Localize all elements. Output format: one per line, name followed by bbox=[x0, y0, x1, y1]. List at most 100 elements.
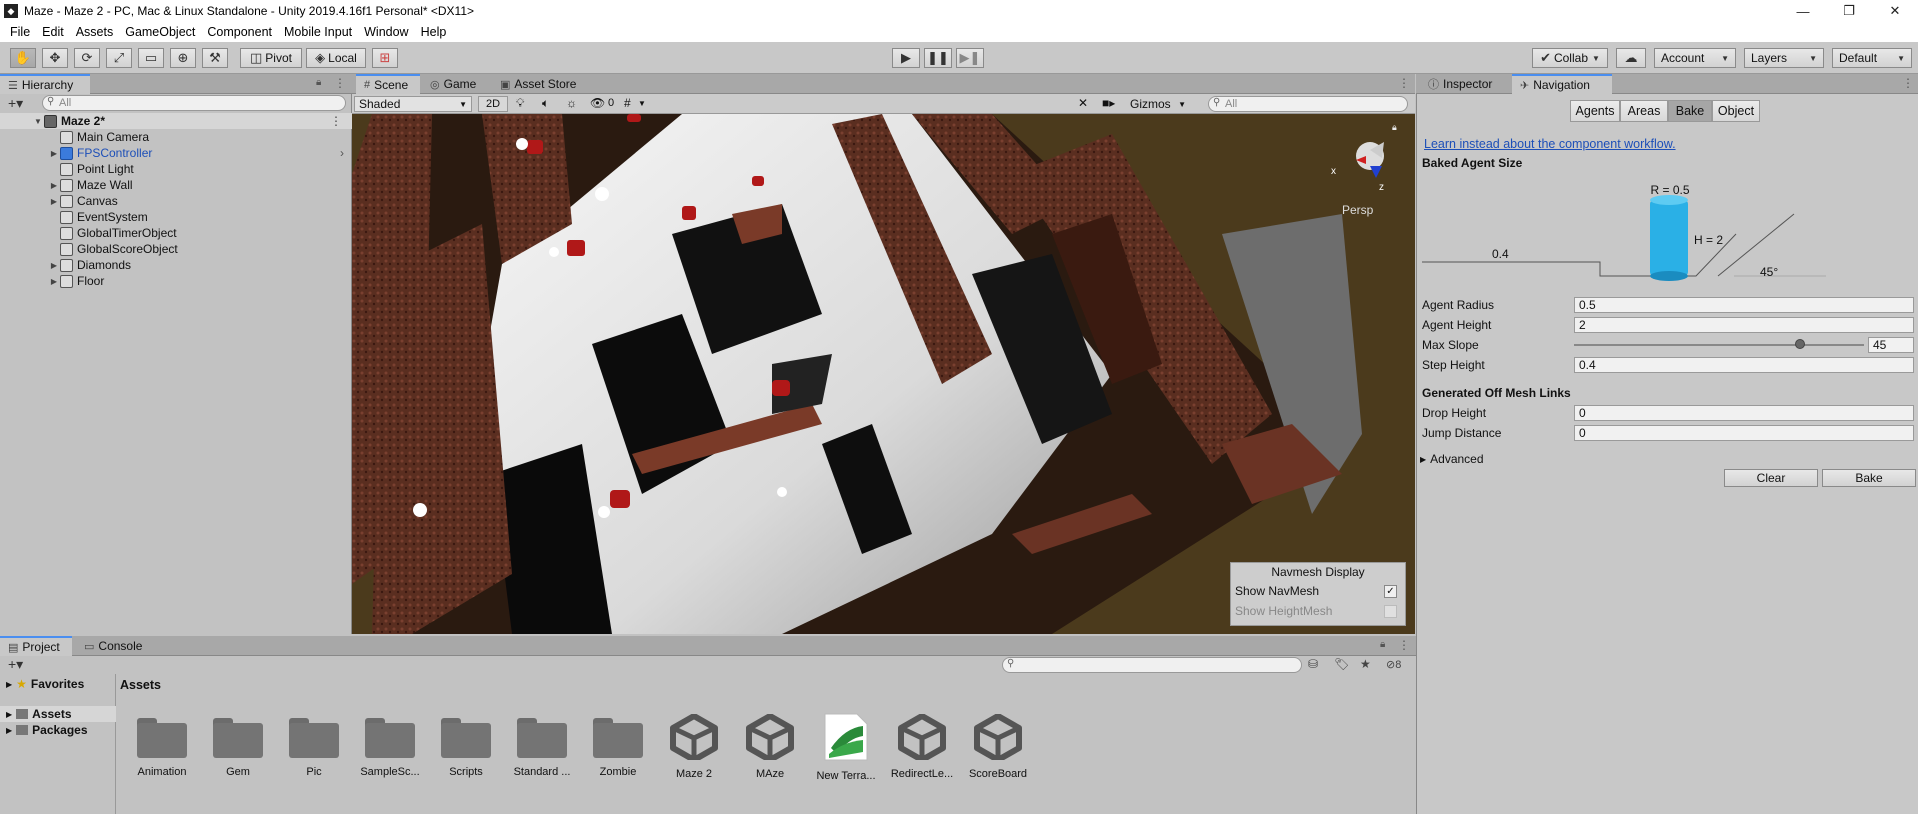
hierarchy-item-maze-wall[interactable]: ▶ Maze Wall bbox=[0, 177, 352, 193]
scene-menu-icon[interactable]: ⋮ bbox=[330, 114, 342, 128]
subtab-bake[interactable]: Bake bbox=[1668, 100, 1712, 122]
hierarchy-item-point-light[interactable]: Point Light bbox=[0, 161, 352, 177]
asset-item[interactable]: New Terra... bbox=[808, 712, 884, 792]
subtab-areas[interactable]: Areas bbox=[1620, 100, 1668, 122]
asset-item[interactable]: RedirectLe... bbox=[884, 712, 960, 792]
dropdown-arrow-icon[interactable]: ▼ bbox=[638, 99, 646, 108]
chevron-right-icon[interactable]: › bbox=[340, 146, 344, 160]
layers-dropdown[interactable]: Layers ▼ bbox=[1744, 48, 1824, 68]
tools-icon[interactable]: ✕ bbox=[1078, 96, 1088, 110]
asset-item[interactable]: Gem bbox=[200, 712, 276, 792]
close-button[interactable]: ✕ bbox=[1872, 0, 1918, 22]
tab-scene[interactable]: # Scene bbox=[356, 74, 420, 94]
project-search-input[interactable]: ⚲ bbox=[1002, 657, 1302, 673]
layout-dropdown[interactable]: Default ▼ bbox=[1832, 48, 1912, 68]
gizmos-dropdown[interactable]: Gizmos ▼ bbox=[1130, 96, 1186, 112]
play-button[interactable]: ▶ bbox=[892, 48, 920, 68]
expand-arrow-icon[interactable]: ▼ bbox=[32, 117, 44, 126]
favorites-item[interactable]: ▶ ★ Favorites bbox=[6, 677, 84, 691]
hierarchy-item-fpscontroller[interactable]: ▶ FPSController › bbox=[0, 145, 352, 161]
tab-hierarchy[interactable]: ☰ Hierarchy bbox=[0, 74, 90, 94]
menu-file[interactable]: File bbox=[4, 25, 36, 39]
menu-gameobject[interactable]: GameObject bbox=[119, 25, 201, 39]
tab-game[interactable]: ◎ Game bbox=[422, 74, 488, 94]
asset-item[interactable]: Pic bbox=[276, 712, 352, 792]
camera-icon[interactable]: ■▸ bbox=[1102, 96, 1115, 110]
filter-by-label-icon[interactable]: 🏷︎ bbox=[1334, 657, 1349, 671]
subtab-agents[interactable]: Agents bbox=[1570, 100, 1620, 122]
pause-button[interactable]: ❚❚ bbox=[924, 48, 952, 68]
panel-menu-icon[interactable]: ⋮ bbox=[334, 76, 346, 90]
tab-navigation[interactable]: ✈ Navigation bbox=[1512, 74, 1612, 94]
step-button[interactable]: ▶❚ bbox=[956, 48, 984, 68]
move-tool-button[interactable]: ✥ bbox=[42, 48, 68, 68]
advanced-foldout[interactable]: ▶ Advanced bbox=[1420, 452, 1484, 466]
hierarchy-item-globalscoreobject[interactable]: GlobalScoreObject bbox=[0, 241, 352, 257]
lighting-icon[interactable]: 💡︎ bbox=[516, 96, 524, 111]
asset-item[interactable]: MAze bbox=[732, 712, 808, 792]
rotate-tool-button[interactable]: ⟳ bbox=[74, 48, 100, 68]
asset-item[interactable]: ScoreBoard bbox=[960, 712, 1036, 792]
expand-arrow-icon[interactable]: ▶ bbox=[48, 149, 60, 158]
max-slope-field[interactable]: 45 bbox=[1868, 337, 1914, 353]
collab-dropdown[interactable]: ✔ Collab ▼ bbox=[1532, 48, 1608, 68]
expand-arrow-icon[interactable]: ▶ bbox=[48, 181, 60, 190]
tab-inspector[interactable]: ⓘ Inspector bbox=[1420, 74, 1508, 94]
tab-console[interactable]: ▭ Console bbox=[76, 636, 156, 656]
drop-height-field[interactable]: 0 bbox=[1574, 405, 1914, 421]
hierarchy-item-diamonds[interactable]: ▶ Diamonds bbox=[0, 257, 352, 273]
jump-distance-field[interactable]: 0 bbox=[1574, 425, 1914, 441]
create-add-icon[interactable]: +▾ bbox=[8, 656, 23, 673]
account-dropdown[interactable]: Account ▼ bbox=[1654, 48, 1736, 68]
menu-assets[interactable]: Assets bbox=[70, 25, 120, 39]
visibility-icon[interactable]: 👁︎ bbox=[590, 96, 605, 110]
scene-root-row[interactable]: ▼ Maze 2* ⋮ bbox=[0, 113, 352, 129]
asset-item[interactable]: Standard ... bbox=[504, 712, 580, 792]
scene-viewport[interactable]: x z Persp 🔒︎ Navmesh Display Show NavMes… bbox=[352, 114, 1415, 634]
asset-item[interactable]: Zombie bbox=[580, 712, 656, 792]
transform-tool-button[interactable]: ⊕ bbox=[170, 48, 196, 68]
scene-search-input[interactable]: ⚲ All bbox=[1208, 96, 1408, 112]
lock-icon[interactable]: 🔒︎ bbox=[1392, 122, 1397, 132]
hierarchy-item-globaltimerobject[interactable]: GlobalTimerObject bbox=[0, 225, 352, 241]
hand-tool-button[interactable]: ✋ bbox=[10, 48, 36, 68]
panel-menu-icon[interactable]: ⋮ bbox=[1398, 76, 1410, 90]
tab-project[interactable]: ▤ Project bbox=[0, 636, 72, 656]
assets-tree-item[interactable]: ▶ Assets bbox=[0, 706, 116, 722]
lock-icon[interactable]: 🔒︎ bbox=[316, 77, 321, 88]
hierarchy-item-main-camera[interactable]: Main Camera bbox=[0, 129, 352, 145]
agent-height-field[interactable]: 2 bbox=[1574, 317, 1914, 333]
local-toggle[interactable]: ◈ Local bbox=[306, 48, 366, 68]
pivot-toggle[interactable]: ◫ Pivot bbox=[240, 48, 302, 68]
hierarchy-item-canvas[interactable]: ▶ Canvas bbox=[0, 193, 352, 209]
expand-arrow-icon[interactable]: ▶ bbox=[48, 277, 60, 286]
scale-tool-button[interactable]: ⤢ bbox=[106, 48, 132, 68]
cloud-button[interactable]: ☁ bbox=[1616, 48, 1646, 68]
menu-edit[interactable]: Edit bbox=[36, 25, 70, 39]
menu-component[interactable]: Component bbox=[201, 25, 278, 39]
asset-item[interactable]: Animation bbox=[124, 712, 200, 792]
menu-help[interactable]: Help bbox=[415, 25, 453, 39]
favorite-star-icon[interactable]: ★ bbox=[1360, 657, 1371, 671]
shading-mode-dropdown[interactable]: Shaded ▼ bbox=[354, 96, 472, 112]
asset-item[interactable]: Maze 2 bbox=[656, 712, 732, 792]
tab-asset-store[interactable]: ▣ Asset Store bbox=[492, 74, 588, 94]
step-height-field[interactable]: 0.4 bbox=[1574, 357, 1914, 373]
menu-window[interactable]: Window bbox=[358, 25, 414, 39]
expand-arrow-icon[interactable]: ▶ bbox=[48, 197, 60, 206]
asset-item[interactable]: SampleSc... bbox=[352, 712, 428, 792]
maximize-button[interactable]: ❐ bbox=[1826, 0, 1872, 22]
projection-label[interactable]: Persp bbox=[1342, 203, 1374, 217]
bake-button[interactable]: Bake bbox=[1822, 469, 1916, 487]
hierarchy-item-floor[interactable]: ▶ Floor bbox=[0, 273, 352, 289]
max-slope-slider-track[interactable] bbox=[1574, 344, 1864, 346]
custom-tool-button[interactable]: ⚒ bbox=[202, 48, 228, 68]
show-navmesh-row[interactable]: Show NavMesh ✓ bbox=[1231, 581, 1405, 601]
hidden-packages-toggle[interactable]: ⊘8 bbox=[1386, 658, 1401, 671]
create-add-icon[interactable]: +▾ bbox=[8, 95, 23, 112]
panel-menu-icon[interactable]: ⋮ bbox=[1398, 638, 1410, 652]
menu-mobile-input[interactable]: Mobile Input bbox=[278, 25, 358, 39]
2d-toggle[interactable]: 2D bbox=[478, 96, 508, 112]
clear-button[interactable]: Clear bbox=[1724, 469, 1818, 487]
minimize-button[interactable]: — bbox=[1780, 0, 1826, 22]
